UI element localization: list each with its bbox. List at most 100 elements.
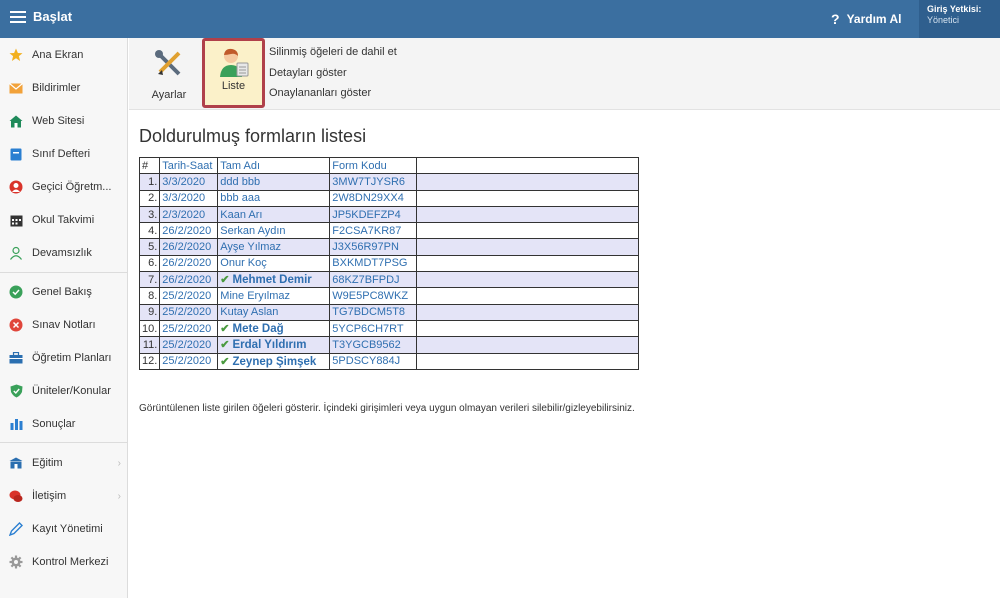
table-row[interactable]: 10. 25/2/2020 ✔ Mete Dağ 5YCP6CH7RT bbox=[138, 319, 639, 338]
row-form-code[interactable]: 68KZ7BFPDJ bbox=[329, 271, 418, 289]
settings-button[interactable]: Ayarlar bbox=[147, 49, 191, 101]
row-date[interactable]: 3/3/2020 bbox=[159, 173, 219, 191]
row-form-code[interactable]: 5YCP6CH7RT bbox=[329, 319, 418, 338]
sidebar-item-kayit-yonetimi[interactable]: Kayıt Yönetimi bbox=[0, 514, 128, 544]
sidebar-item-label: Genel Bakış bbox=[32, 286, 92, 298]
row-name[interactable]: Kutay Aslan bbox=[217, 303, 331, 321]
column-header-date[interactable]: Tarih-Saat bbox=[159, 156, 219, 175]
row-form-code[interactable]: W9E5PC8WKZ bbox=[329, 287, 418, 305]
row-date[interactable]: 3/3/2020 bbox=[159, 189, 219, 207]
sidebar-item-genel-bakis[interactable]: Genel Bakış bbox=[0, 277, 128, 307]
sidebar-item-ogretim-planlari[interactable]: Öğretim Planları bbox=[0, 343, 128, 373]
sidebar-item-sonuclar[interactable]: Sonuçlar bbox=[0, 409, 128, 439]
row-name[interactable]: Onur Koç bbox=[217, 254, 331, 273]
table-body: 1. 3/3/2020 ddd bbb 3MW7TJYSR6 2. 3/3/2020 bbb… bbox=[138, 173, 639, 370]
row-name[interactable]: ✔ Mete Dağ bbox=[217, 319, 331, 338]
option-show-details[interactable]: Detayları göster bbox=[269, 67, 347, 79]
table-row[interactable]: 9. 25/2/2020 Kutay Aslan TG7BDCM5T8 bbox=[138, 303, 639, 321]
row-name[interactable]: bbb aaa bbox=[217, 189, 331, 207]
row-date[interactable]: 26/2/2020 bbox=[159, 222, 219, 240]
check-circle-icon bbox=[9, 285, 23, 299]
row-date[interactable]: 25/2/2020 bbox=[159, 336, 219, 354]
row-name-text: Serkan Aydın bbox=[220, 224, 286, 237]
column-header-name[interactable]: Tam Adı bbox=[217, 156, 331, 175]
sidebar-item-label: Sınav Notları bbox=[32, 319, 96, 331]
row-date[interactable]: 25/2/2020 bbox=[159, 303, 219, 321]
row-form-code[interactable]: 2W8DN29XX4 bbox=[329, 189, 418, 207]
table-row[interactable]: 2. 3/3/2020 bbb aaa 2W8DN29XX4 bbox=[138, 189, 639, 207]
table-row[interactable]: 4. 26/2/2020 Serkan Aydın F2CSA7KR87 bbox=[138, 222, 639, 240]
row-form-code[interactable]: 3MW7TJYSR6 bbox=[329, 173, 418, 191]
row-number: 1. bbox=[138, 173, 161, 191]
row-form-code[interactable]: JP5KDEFZP4 bbox=[329, 205, 418, 224]
briefcase-icon bbox=[9, 351, 23, 365]
row-form-code[interactable]: 5PDSCY884J bbox=[329, 352, 418, 370]
chevron-right-icon: › bbox=[117, 490, 121, 502]
row-name-text: Zeynep Şimşek bbox=[232, 355, 317, 368]
row-date[interactable]: 2/3/2020 bbox=[159, 205, 219, 224]
row-form-code[interactable]: TG7BDCM5T8 bbox=[329, 303, 418, 321]
sidebar-item-bildirimler[interactable]: Bildirimler bbox=[0, 73, 128, 103]
row-empty-cell bbox=[416, 205, 639, 224]
sidebar-item-egitim[interactable]: Eğitim › bbox=[0, 448, 128, 478]
sidebar-item-devamsizlik[interactable]: Devamsızlık bbox=[0, 238, 128, 268]
row-date[interactable]: 25/2/2020 bbox=[159, 352, 219, 370]
column-header-code[interactable]: Form Kodu bbox=[329, 156, 418, 175]
row-number: 12. bbox=[138, 352, 161, 370]
start-menu-button[interactable]: Başlat bbox=[10, 9, 72, 24]
table-row[interactable]: 11. 25/2/2020 ✔ Erdal Yıldırım T3YGCB9562 bbox=[138, 336, 639, 354]
row-name-text: Erdal Yıldırım bbox=[232, 339, 307, 352]
row-name[interactable]: ✔ Erdal Yıldırım bbox=[217, 336, 331, 354]
table-row[interactable]: 8. 25/2/2020 Mine Eryılmaz W9E5PC8WKZ bbox=[138, 287, 639, 305]
row-form-code[interactable]: T3YGCB9562 bbox=[329, 336, 418, 354]
sidebar-item-web-sitesi[interactable]: Web Sitesi bbox=[0, 106, 128, 136]
row-name[interactable]: Mine Eryılmaz bbox=[217, 287, 331, 305]
row-empty-cell bbox=[416, 352, 639, 370]
row-empty-cell bbox=[416, 271, 639, 289]
row-name-text: Ayşe Yılmaz bbox=[220, 241, 282, 254]
row-date[interactable]: 26/2/2020 bbox=[159, 271, 219, 289]
row-name[interactable]: ddd bbb bbox=[217, 173, 331, 191]
sidebar-item-sinav-notlari[interactable]: Sınav Notları bbox=[0, 310, 128, 340]
sidebar-item-kontrol-merkezi[interactable]: Kontrol Merkezi bbox=[0, 547, 128, 577]
row-form-code[interactable]: J3X56R97PN bbox=[329, 238, 418, 256]
option-show-approved[interactable]: Onaylananları göster bbox=[269, 87, 371, 99]
sidebar-item-uniteler-konular[interactable]: Üniteler/Konular bbox=[0, 376, 128, 406]
sidebar-item-label: Sınıf Defteri bbox=[32, 148, 91, 160]
row-form-code[interactable]: F2CSA7KR87 bbox=[329, 222, 418, 240]
bar-chart-icon bbox=[9, 417, 23, 431]
row-name[interactable]: Kaan Arı bbox=[217, 205, 331, 224]
row-date[interactable]: 26/2/2020 bbox=[159, 254, 219, 273]
approved-check-icon: ✔ bbox=[220, 339, 230, 352]
row-date[interactable]: 26/2/2020 bbox=[159, 238, 219, 256]
row-name[interactable]: Ayşe Yılmaz bbox=[217, 238, 331, 256]
table-row[interactable]: 5. 26/2/2020 Ayşe Yılmaz J3X56R97PN bbox=[138, 238, 639, 256]
row-date[interactable]: 25/2/2020 bbox=[159, 287, 219, 305]
row-date[interactable]: 25/2/2020 bbox=[159, 319, 219, 338]
sidebar-item-iletisim[interactable]: İletişim › bbox=[0, 481, 128, 511]
hamburger-icon[interactable] bbox=[10, 10, 26, 23]
table-row[interactable]: 3. 2/3/2020 Kaan Arı JP5KDEFZP4 bbox=[138, 205, 639, 224]
list-button[interactable]: Liste bbox=[202, 38, 265, 108]
row-name[interactable]: Serkan Aydın bbox=[217, 222, 331, 240]
row-number: 4. bbox=[138, 222, 161, 240]
row-empty-cell bbox=[416, 303, 639, 321]
tools-icon bbox=[154, 49, 184, 82]
sidebar-item-gecici-ogretmen[interactable]: Geçici Öğretm... bbox=[0, 172, 128, 202]
table-row[interactable]: 7. 26/2/2020 ✔ Mehmet Demir 68KZ7BFPDJ bbox=[138, 271, 639, 289]
row-name[interactable]: ✔ Zeynep Şimşek bbox=[217, 352, 331, 370]
sidebar-item-okul-takvimi[interactable]: Okul Takvimi bbox=[0, 205, 128, 235]
sidebar-item-sinif-defteri[interactable]: Sınıf Defteri bbox=[0, 139, 128, 169]
row-form-code[interactable]: BXKMDT7PSG bbox=[329, 254, 418, 273]
auth-box[interactable]: Giriş Yetkisi: Yönetici bbox=[919, 0, 1000, 38]
help-button[interactable]: ? Yardım Al bbox=[831, 11, 901, 27]
table-row[interactable]: 1. 3/3/2020 ddd bbb 3MW7TJYSR6 bbox=[138, 173, 639, 191]
table-row[interactable]: 12. 25/2/2020 ✔ Zeynep Şimşek 5PDSCY884J bbox=[138, 352, 639, 370]
sidebar-item-ana-ekran[interactable]: Ana Ekran bbox=[0, 40, 128, 70]
list-label: Liste bbox=[221, 80, 246, 92]
row-name[interactable]: ✔ Mehmet Demir bbox=[217, 271, 331, 289]
sidebar-divider bbox=[0, 442, 128, 443]
option-include-deleted[interactable]: Silinmiş öğeleri de dahil et bbox=[269, 46, 397, 58]
table-row[interactable]: 6. 26/2/2020 Onur Koç BXKMDT7PSG bbox=[138, 254, 639, 273]
sidebar-item-label: Ana Ekran bbox=[32, 49, 84, 61]
